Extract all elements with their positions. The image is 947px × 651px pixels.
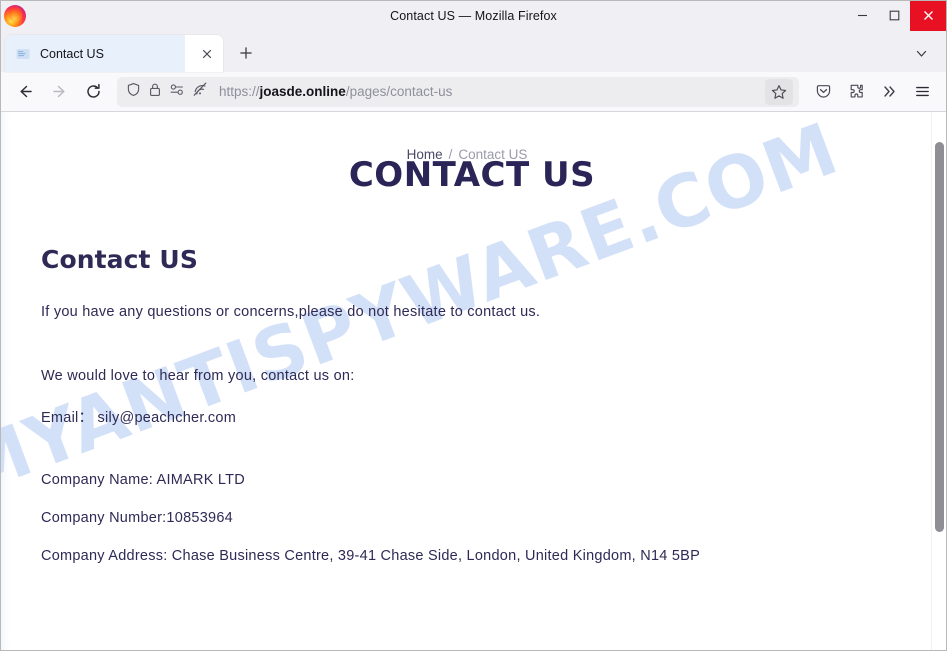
url-path: /pages/contact-us xyxy=(345,84,453,99)
toolbar-right-buttons xyxy=(807,77,938,107)
list-all-tabs-chevron-down-icon[interactable] xyxy=(908,40,934,66)
close-window-button[interactable] xyxy=(910,0,946,31)
section-heading: Contact US xyxy=(41,245,198,274)
url-bar-identity-icons xyxy=(126,81,208,102)
autoplay-blocked-icon[interactable] xyxy=(192,81,208,102)
bookmark-star-icon[interactable] xyxy=(765,78,793,105)
firefox-logo-icon xyxy=(4,4,26,27)
page-scrollbar[interactable] xyxy=(931,112,946,650)
navigation-toolbar: https://joasde.online/pages/contact-us xyxy=(1,72,946,112)
web-page: MYANTISPYWARE.COM Home / Contact US CONTAC… xyxy=(1,112,933,650)
padlock-secure-icon[interactable] xyxy=(148,82,162,102)
site-favicon-icon xyxy=(15,46,31,62)
tab-strip: Contact US xyxy=(1,31,946,72)
back-button[interactable] xyxy=(9,77,41,107)
url-bar[interactable]: https://joasde.online/pages/contact-us xyxy=(117,76,799,107)
pocket-save-icon[interactable] xyxy=(807,77,839,107)
email-line: Email： sily@peachcher.com xyxy=(41,410,237,426)
reload-button[interactable] xyxy=(77,77,109,107)
company-number-line: Company Number:10853964 xyxy=(41,510,233,526)
invitation-paragraph: We would love to hear from you, contact … xyxy=(41,368,355,384)
tab-contact-us[interactable]: Contact US xyxy=(5,35,223,72)
company-name-line: Company Name: AIMARK LTD xyxy=(41,472,245,488)
url-scheme: https:// xyxy=(219,84,260,99)
site-permissions-icon[interactable] xyxy=(169,82,185,102)
tab-label: Contact US xyxy=(40,46,104,61)
page-title: CONTACT US xyxy=(348,155,596,195)
url-host: joasde.online xyxy=(259,84,346,99)
maximize-button[interactable] xyxy=(878,1,910,31)
minimize-button[interactable] xyxy=(846,1,878,31)
url-text[interactable]: https://joasde.online/pages/contact-us xyxy=(219,84,765,99)
browser-window: Contact US — Mozilla Firefox Contact US xyxy=(0,0,947,651)
tracking-protection-shield-icon[interactable] xyxy=(126,82,141,102)
application-menu-hamburger-icon[interactable] xyxy=(906,77,938,107)
extensions-puzzle-icon[interactable] xyxy=(840,77,872,107)
company-address-line: Company Address: Chase Business Centre, … xyxy=(41,548,701,564)
overflow-chevrons-right-icon[interactable] xyxy=(873,77,905,107)
page-content: Home / Contact US CONTACT US Contact US If… xyxy=(1,147,933,564)
title-bar: Contact US — Mozilla Firefox xyxy=(1,0,946,31)
window-title: Contact US — Mozilla Firefox xyxy=(390,8,557,23)
window-controls xyxy=(846,0,946,31)
scrollbar-thumb[interactable] xyxy=(935,142,944,532)
forward-button[interactable] xyxy=(43,77,75,107)
intro-paragraph: If you have any questions or concerns,pl… xyxy=(41,304,541,320)
new-tab-button[interactable] xyxy=(231,38,261,68)
close-tab-icon[interactable] xyxy=(197,44,217,64)
page-viewport: MYANTISPYWARE.COM Home / Contact US CONTAC… xyxy=(1,112,946,650)
